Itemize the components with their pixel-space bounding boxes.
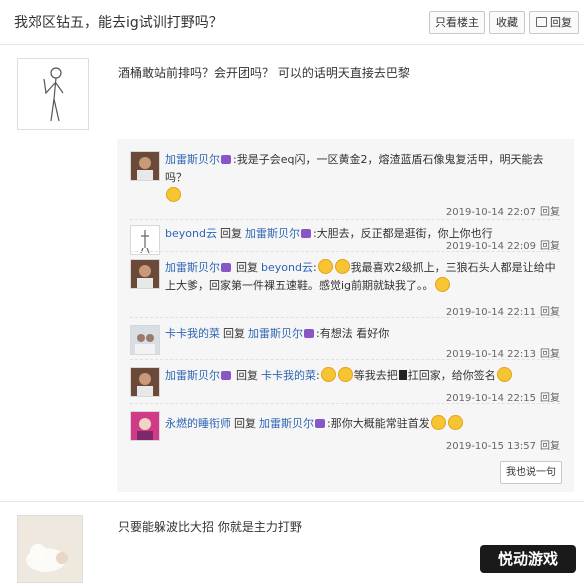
comment-time: 2019-10-14 22:07 [445,207,536,218]
comment-meta: 2019-10-14 22:13 回复 [446,345,560,360]
avatar[interactable] [130,411,160,441]
comment-username[interactable]: 加雷斯贝尔 [165,261,220,274]
vip-badge-icon [304,329,314,338]
reply-word: 回复 [236,369,258,382]
avatar-figure-icon [43,67,64,122]
vip-badge-icon [315,419,325,428]
comment-text: :有想法 看好你 [316,327,390,340]
emoji-icon [320,367,336,382]
emoji-icon [430,415,446,430]
emoji-icon [337,367,353,382]
avatar[interactable] [130,259,160,289]
reply-word: 回复 [234,417,256,430]
favorite-button[interactable]: 收藏 [489,11,525,34]
reply-word: 回复 [219,227,242,240]
comment-text-continued: 等我去把 [353,369,398,382]
only-op-button[interactable]: 只看楼主 [429,11,485,34]
reply-button-label: 回复 [550,16,572,29]
comment-meta: 2019-10-14 22:11 回复 [446,303,560,318]
comment-username[interactable]: 卡卡我的菜 [165,327,220,340]
emoji-icon [447,415,463,430]
divider [0,501,584,502]
comment-thread: 加雷斯贝尔:我是子会eq闪，一区黄金2，熔渣蓝盾石像鬼复活甲，明天能去吗？ 20… [117,139,574,492]
reply-word: 回复 [223,327,245,340]
comment-text: : [316,369,320,382]
divider [130,317,560,318]
comment-body: 卡卡我的菜 回复 加雷斯贝尔 :有想法 看好你 [165,325,565,343]
emoji-icon [166,187,181,202]
comment-text: : [312,261,317,274]
divider [130,251,560,252]
reply-icon [536,17,547,27]
comment-body: 加雷斯贝尔 回复 卡卡我的菜: 等我去把 扛回家，给你签名 [165,367,565,385]
reply-target-username[interactable]: 加雷斯贝尔 [248,327,303,340]
emoji-icon [434,277,450,292]
reply-button[interactable]: 回复 [529,11,579,34]
comment-meta: 2019-10-14 22:15 回复 [446,389,560,404]
comment-reply-link[interactable]: 回复 [540,207,560,218]
post-content: 只要能躲波比大招 你就是主力打野 [118,520,302,534]
divider [130,359,560,360]
comment-meta: 2019-10-14 22:09 回复 [446,237,560,252]
divider [130,219,560,220]
comment-username[interactable]: 加雷斯贝尔 [165,369,220,382]
vip-badge-icon [221,263,231,272]
reply-target-username[interactable]: 加雷斯贝尔 [245,227,300,240]
emoji-icon [334,259,350,274]
comment-meta: 2019-10-15 13:57 回复 [446,437,560,452]
trophy-icon [398,370,407,380]
comment-username[interactable]: 加雷斯贝尔 [165,153,220,166]
thread-title: 我郊区钻五，能去ig试训打野吗？ [14,15,223,31]
avatar[interactable] [130,367,160,397]
avatar[interactable] [17,515,83,583]
comment-time: 2019-10-15 13:57 [445,441,536,452]
comment-meta: 2019-10-14 22:07 回复 [446,203,560,218]
reply-target-username[interactable]: 卡卡我的菜 [261,369,316,382]
avatar[interactable] [130,325,160,355]
emoji-icon [496,367,512,382]
comment-body: 加雷斯贝尔:我是子会eq闪，一区黄金2，熔渣蓝盾石像鬼复活甲，明天能去吗？ [165,151,565,205]
comment-text-continued-2: 扛回家，给你签名 [407,369,496,382]
comment-username[interactable]: 永燃的睡衔师 [165,417,231,430]
avatar[interactable] [130,151,160,181]
comment-text: :那你大概能常驻首发 [327,417,430,430]
reply-target-username[interactable]: 加雷斯贝尔 [259,417,314,430]
post-content: 酒桶敢站前排吗？会开团吗？ 可以的话明天直接去巴黎 [118,66,410,80]
comment-body: 永燃的睡衔师 回复 加雷斯贝尔 :那你大概能常驻首发 [165,415,565,433]
reply-word: 回复 [236,261,258,274]
avatar[interactable] [17,58,89,130]
vip-badge-icon [221,371,231,380]
reply-target-username[interactable]: beyond云 [261,261,313,274]
comment-reply-link[interactable]: 回复 [540,441,560,452]
thread-header: 我郊区钻五，能去ig试训打野吗？ 只看楼主 收藏 回复 [0,0,584,45]
site-watermark: 悦动游戏 [480,545,576,573]
add-comment-button[interactable]: 我也说一句 [500,461,562,484]
vip-badge-icon [300,229,311,238]
comment-username[interactable]: beyond云 [165,227,217,240]
emoji-icon [317,259,333,274]
comment-body: 加雷斯贝尔 回复 beyond云: 我最喜欢2级抓上，三狼石头人都是让给中上大爹，回家… [165,259,565,295]
divider [130,403,560,404]
vip-badge-icon [221,155,231,164]
